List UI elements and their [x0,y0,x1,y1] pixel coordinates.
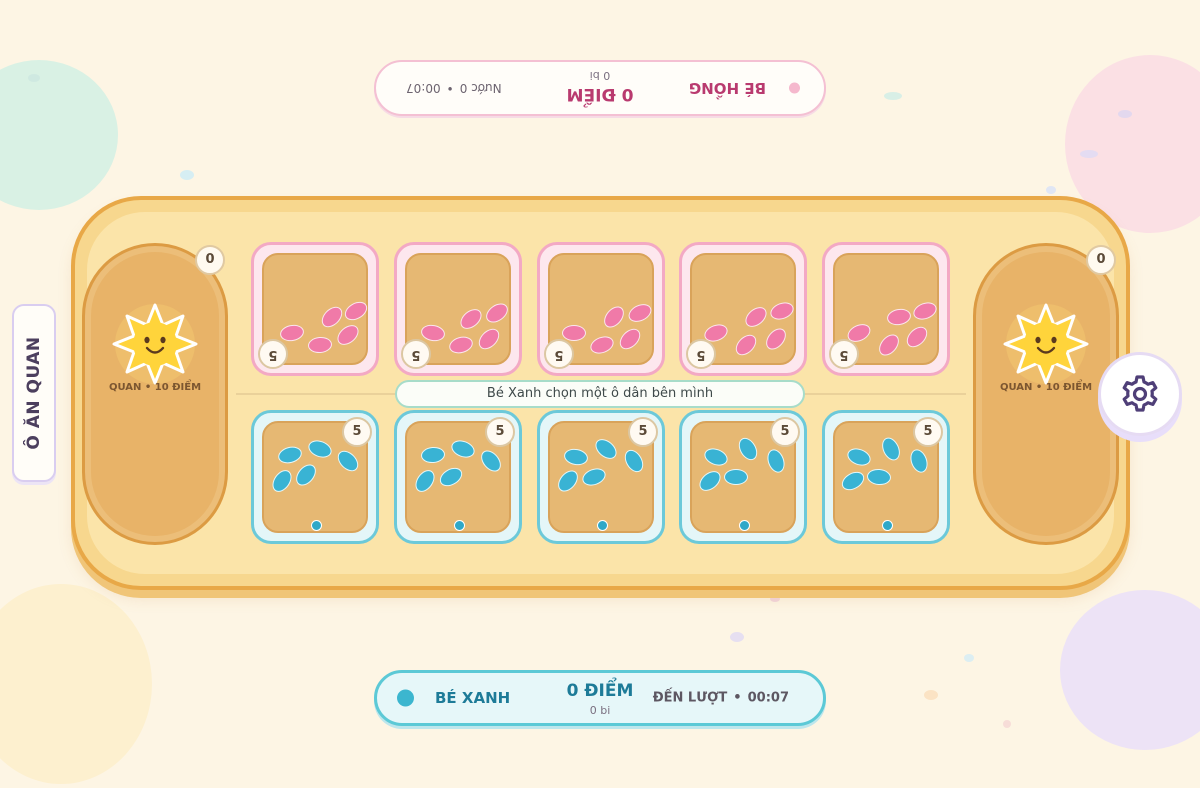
pit-marker [739,520,750,531]
background-dot [28,74,40,82]
pit-count: 5 [485,417,515,447]
top-player-bar: BÉ HỒNG 0 ĐIỂM 0 bi Nước 0•00:07 [374,60,826,116]
pit-marker [882,520,893,531]
pink-pit-5[interactable]: 5 [822,242,950,376]
blue-pit-4[interactable]: 5 [679,410,807,544]
gear-icon [1122,375,1158,412]
background-dot [1080,150,1098,158]
seed [562,325,586,341]
pit-count: 5 [401,339,431,369]
background-blob [0,584,152,784]
background-dot [924,690,938,700]
pit-count: 5 [686,339,716,369]
quan-right-count: 0 [1086,245,1116,275]
status-banner: Bé Xanh chọn một ô dân bên mình [395,380,805,408]
top-player-timer: 00:07 [406,81,441,95]
bottom-player-timer: 00:07 [747,690,789,706]
background-dot [180,170,194,180]
pink-pit-4[interactable]: 5 [679,242,807,376]
pink-pit-3[interactable]: 5 [537,242,665,376]
background-dot [1118,110,1132,118]
background-dot [964,654,974,662]
quan-left-count: 0 [195,245,225,275]
separator: • [446,81,454,95]
pit-count: 5 [913,417,943,447]
settings-button[interactable] [1098,352,1182,436]
pink-pit-2[interactable]: 5 [394,242,522,376]
bottom-player-turn: ĐẾN LƯỢT [652,690,728,706]
background-dot [770,596,780,602]
top-player-moves: Nước 0 [459,81,502,95]
background-dot [1046,186,1056,194]
quan-left[interactable]: QUAN • 10 ĐIỂM 0 [82,243,228,545]
pit-count: 5 [258,339,288,369]
sun-icon [112,303,198,385]
sun-icon [1003,303,1089,385]
pit-marker [454,520,465,531]
pit-count: 5 [628,417,658,447]
quan-left-label: QUAN • 10 ĐIỂM [108,382,202,393]
blue-pit-5[interactable]: 5 [822,410,950,544]
pink-pit-1[interactable]: 5 [251,242,379,376]
top-player-status: Nước 0 • 00:07 [406,81,502,95]
pit-marker [311,520,322,531]
quan-right-label: QUAN • 10 ĐIỂM [999,382,1093,393]
separator: • [733,690,742,706]
background-blob [0,60,118,210]
bottom-player-status: ĐẾN LƯỢT • 00:07 [653,691,789,706]
background-dot [884,92,902,100]
background-dot [1003,720,1011,728]
game-title: Ô ĂN QUAN [24,336,44,450]
game-title-tab: Ô ĂN QUAN [12,304,56,482]
pit-count: 5 [544,339,574,369]
background-blob [1060,590,1200,750]
bottom-player-bar: BÉ XANH 0 ĐIỂM 0 bi ĐẾN LƯỢT • 00:07 [374,670,826,726]
pit-count: 5 [770,417,800,447]
blue-pit-3[interactable]: 5 [537,410,665,544]
blue-pit-2[interactable]: 5 [394,410,522,544]
bottom-player-seeds: 0 bi [589,704,611,717]
seed [724,469,748,485]
blue-pit-1[interactable]: 5 [251,410,379,544]
pit-count: 5 [829,339,859,369]
background-dot [730,632,744,642]
pit-marker [597,520,608,531]
pit-count: 5 [342,417,372,447]
